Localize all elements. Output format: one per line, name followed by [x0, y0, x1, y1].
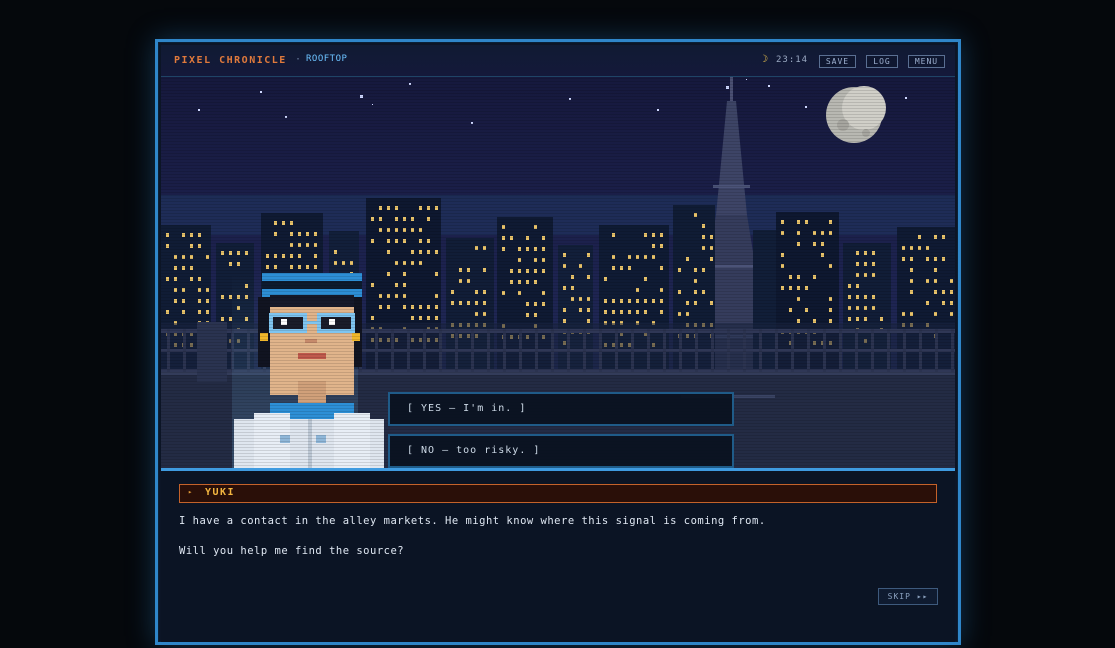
location-label: ROOFTOP	[306, 54, 348, 64]
crescent-moon-icon: ☽	[762, 54, 769, 65]
game-clock: 23:14	[776, 55, 809, 65]
skip-button[interactable]: SKIP ▸▸	[878, 588, 938, 605]
speaker-nameplate: ▸ YUKI	[179, 484, 937, 503]
game-title: PIXEL CHRONICLE	[174, 55, 287, 66]
top-hud: PIXEL CHRONICLE · ROOFTOP ☽ 23:14 SAVE L…	[161, 45, 955, 77]
dialog-line: Will you help me find the source?	[179, 545, 405, 557]
choice-yes[interactable]: [ YES — I'm in. ]	[388, 392, 734, 426]
dialog-box: ▸ YUKI I have a contact in the alley mar…	[161, 468, 955, 642]
dialog-line: I have a contact in the alley markets. H…	[179, 515, 766, 527]
title-separator: ·	[295, 54, 302, 65]
log-button[interactable]: LOG	[866, 55, 898, 68]
choice-no[interactable]: [ NO — too risky. ]	[388, 434, 734, 468]
menu-button[interactable]: MENU	[908, 55, 945, 68]
game-frame: PIXEL CHRONICLE · ROOFTOP ☽ 23:14 SAVE L…	[155, 39, 961, 645]
save-button[interactable]: SAVE	[819, 55, 856, 68]
speaker-arrow-icon: ▸	[188, 488, 193, 496]
speaker-name: YUKI	[205, 487, 236, 498]
